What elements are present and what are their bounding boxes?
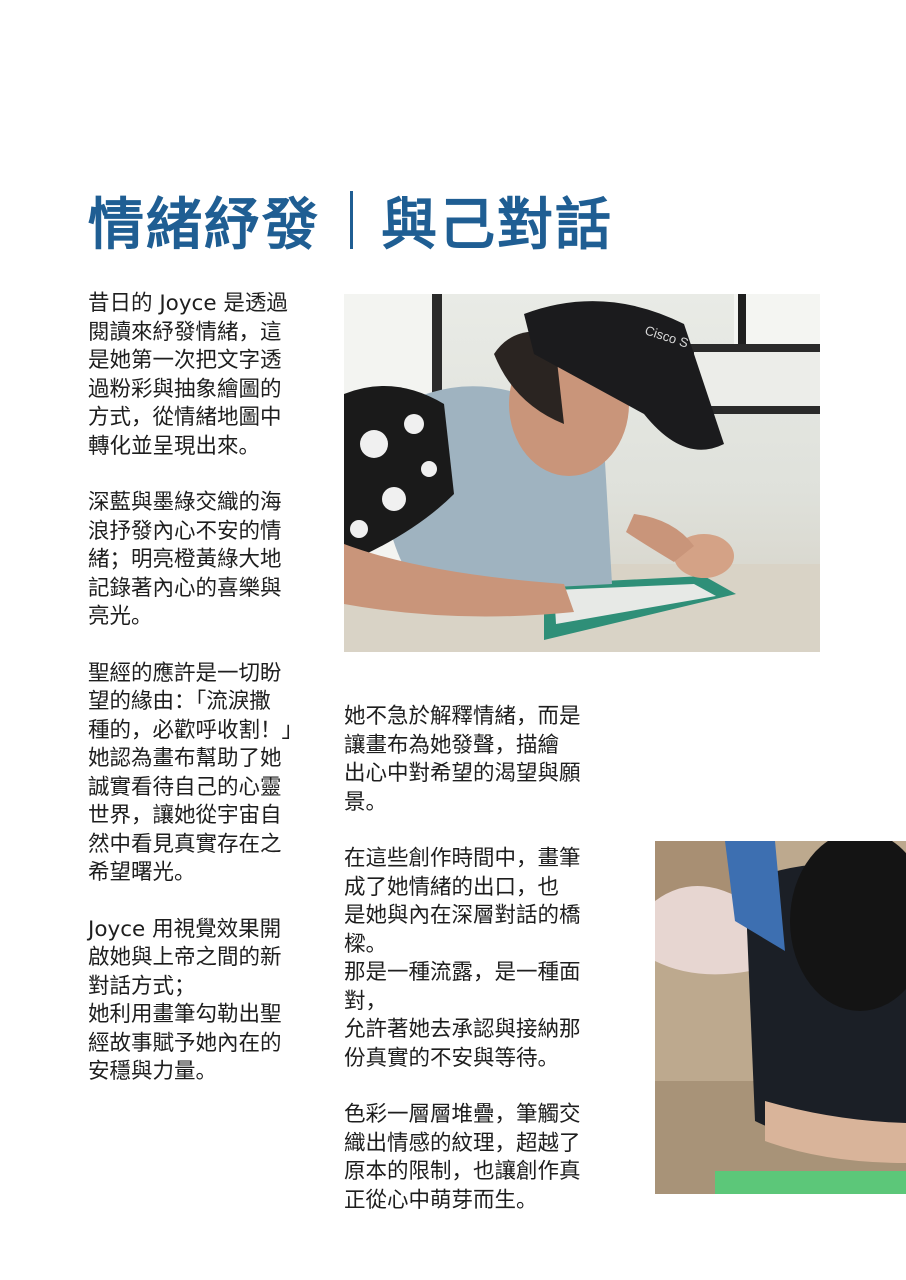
- left-paragraph-2: 深藍與墨綠交織的海 浪抒發內心不安的情 緒；明亮橙黃綠大地 記錄著內心的喜樂與 …: [88, 490, 282, 629]
- title-divider: [350, 191, 353, 249]
- photo-person-working-illustration: [655, 841, 906, 1194]
- left-paragraph-1: 昔日的 Joyce 是透過 閱讀來紓發情緒，這 是她第一次把文字透 過粉彩與抽象…: [88, 291, 288, 459]
- left-paragraph-3: 聖經的應許是一切盼 望的緣由：「流淚撒 種的，必歡呼收割！」 她認為畫布幫助了她…: [88, 660, 304, 886]
- photo-woman-drawing-illustration: Cisco S: [344, 294, 820, 652]
- photo-person-working: [655, 841, 906, 1194]
- middle-text-column: 她不急於解釋情緒，而是 讓畫布為她發聲，描繪 出心中對希望的渴望與願 景。 在這…: [344, 703, 606, 1243]
- middle-paragraph-3: 色彩一層層堆疊，筆觸交 織出情感的紋理，超越了 原本的限制，也讓創作真 正從心中…: [344, 1102, 581, 1213]
- left-text-column: 昔日的 Joyce 是透過 閱讀來紓發情緒，這 是她第一次把文字透 過粉彩與抽象…: [88, 290, 310, 1115]
- title-right: 與己對話: [381, 192, 613, 258]
- page-title: 情緒紓發 與己對話: [88, 180, 613, 260]
- middle-paragraph-1: 她不急於解釋情緒，而是 讓畫布為她發聲，描繪 出心中對希望的渴望與願 景。: [344, 704, 581, 815]
- middle-paragraph-2: 在這些創作時間中，畫筆 成了她情緒的出口，也 是她與內在深層對話的橋 樑。 那是…: [344, 846, 581, 1071]
- title-left: 情緒紓發: [88, 192, 320, 258]
- photo-woman-drawing: Cisco S: [344, 294, 820, 652]
- left-paragraph-4: Joyce 用視覺效果開 啟她與上帝之間的新 對話方式； 她利用畫筆勾勒出聖 經…: [88, 916, 282, 1085]
